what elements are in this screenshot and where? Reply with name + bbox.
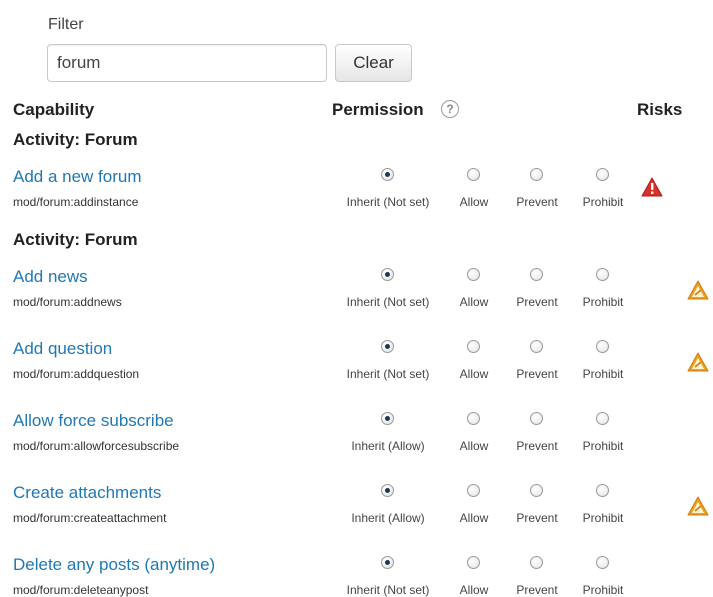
capability-link[interactable]: Add news: [13, 267, 88, 287]
radio-prohibit[interactable]: [596, 340, 609, 353]
clear-button[interactable]: Clear: [335, 44, 412, 82]
radio-prohibit[interactable]: [596, 268, 609, 281]
capability-link[interactable]: Add a new forum: [13, 167, 142, 187]
section-title: Activity: Forum: [13, 230, 138, 249]
radio-prohibit[interactable]: [596, 556, 609, 569]
help-icon[interactable]: ?: [441, 100, 459, 118]
radio-inherit[interactable]: [381, 484, 394, 497]
radio-prevent[interactable]: [530, 340, 543, 353]
radio-inherit[interactable]: [381, 412, 394, 425]
capability-header: Capability: [13, 100, 95, 119]
radio-allow[interactable]: [467, 484, 480, 497]
radio-prevent[interactable]: [530, 484, 543, 497]
radio-label-inherit: Inherit (Not set): [346, 195, 430, 209]
radio-allow[interactable]: [467, 556, 480, 569]
radio-allow[interactable]: [467, 268, 480, 281]
permission-header: Permission: [332, 100, 424, 119]
radio-prevent[interactable]: [530, 556, 543, 569]
capability-name: mod/forum:deleteanypost: [13, 583, 149, 597]
capability-name: mod/forum:addquestion: [13, 367, 140, 381]
radio-label-prevent: Prevent: [516, 511, 558, 525]
risk-spam-icon[interactable]: [687, 496, 709, 516]
radio-prevent[interactable]: [530, 168, 543, 181]
radio-label-prevent: Prevent: [516, 295, 558, 309]
radio-label-allow: Allow: [459, 439, 489, 453]
filter-input[interactable]: [47, 44, 327, 82]
risk-spam-icon[interactable]: [687, 352, 709, 372]
radio-label-prevent: Prevent: [516, 439, 558, 453]
radio-inherit[interactable]: [381, 556, 394, 569]
radio-label-prevent: Prevent: [516, 195, 558, 209]
filter-label: Filter: [48, 16, 84, 33]
radio-inherit[interactable]: [381, 268, 394, 281]
capability-name: mod/forum:createattachment: [13, 511, 167, 525]
radio-label-prevent: Prevent: [516, 367, 558, 381]
radio-inherit[interactable]: [381, 340, 394, 353]
capability-name: mod/forum:addnews: [13, 295, 122, 309]
radio-label-prevent: Prevent: [516, 583, 558, 597]
radio-label-inherit: Inherit (Allow): [351, 511, 425, 525]
capability-link[interactable]: Allow force subscribe: [13, 411, 174, 431]
capability-name: mod/forum:allowforcesubscribe: [13, 439, 180, 453]
radio-label-allow: Allow: [459, 195, 489, 209]
capability-link[interactable]: Create attachments: [13, 483, 161, 503]
radio-label-allow: Allow: [459, 367, 489, 381]
radio-label-inherit: Inherit (Not set): [346, 367, 430, 381]
radio-label-prohibit: Prohibit: [582, 367, 624, 381]
radio-prevent[interactable]: [530, 412, 543, 425]
radio-inherit[interactable]: [381, 168, 394, 181]
radio-label-inherit: Inherit (Allow): [351, 439, 425, 453]
capability-name: mod/forum:addinstance: [13, 195, 139, 209]
risk-spam-icon[interactable]: [687, 280, 709, 300]
radio-label-prohibit: Prohibit: [582, 295, 624, 309]
radio-prohibit[interactable]: [596, 484, 609, 497]
radio-label-allow: Allow: [459, 583, 489, 597]
radio-label-prohibit: Prohibit: [582, 439, 624, 453]
section-title: Activity: Forum: [13, 130, 138, 149]
radio-label-inherit: Inherit (Not set): [346, 583, 430, 597]
radio-prevent[interactable]: [530, 268, 543, 281]
radio-label-allow: Allow: [459, 511, 489, 525]
radio-allow[interactable]: [467, 168, 480, 181]
radio-prohibit[interactable]: [596, 412, 609, 425]
capability-link[interactable]: Add question: [13, 339, 112, 359]
radio-label-inherit: Inherit (Not set): [346, 295, 430, 309]
radio-allow[interactable]: [467, 340, 480, 353]
radio-label-prohibit: Prohibit: [582, 583, 624, 597]
risks-header: Risks: [637, 100, 683, 119]
risk-xss-icon[interactable]: [641, 177, 663, 197]
radio-prohibit[interactable]: [596, 168, 609, 181]
capability-link[interactable]: Delete any posts (anytime): [13, 555, 215, 575]
radio-allow[interactable]: [467, 412, 480, 425]
radio-label-prohibit: Prohibit: [582, 511, 624, 525]
radio-label-prohibit: Prohibit: [582, 195, 624, 209]
radio-label-allow: Allow: [459, 295, 489, 309]
